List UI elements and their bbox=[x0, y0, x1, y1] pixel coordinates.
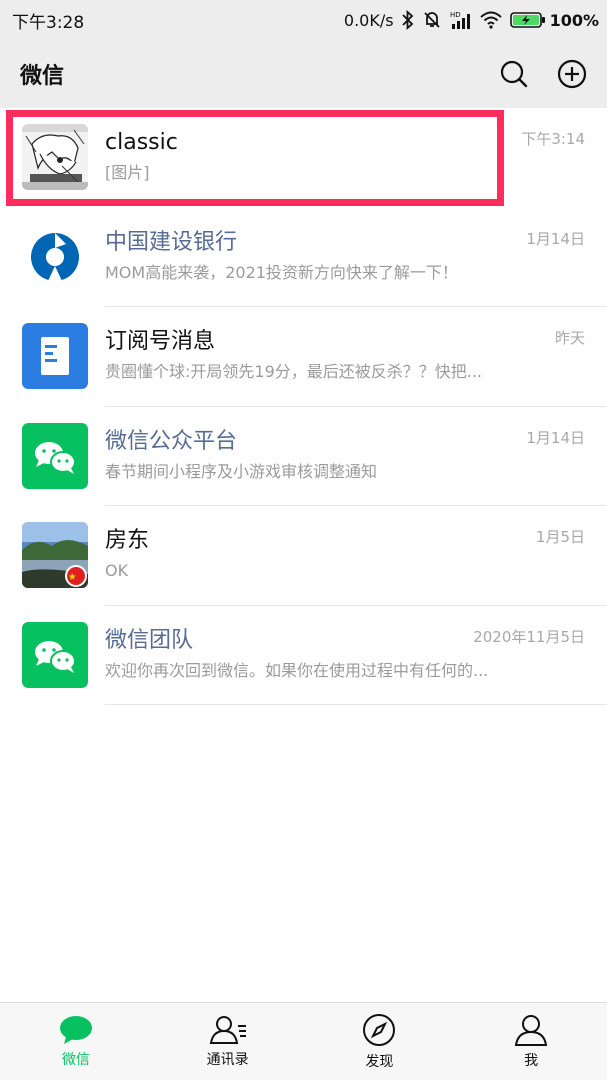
chat-item-ccb[interactable]: 中国建设银行 MOM高能来袭，2021投资新方向快来了解一下！ 1月14日 bbox=[0, 207, 607, 307]
wifi-icon bbox=[479, 11, 502, 29]
chat-name: 房东 bbox=[105, 528, 150, 553]
chat-time: 1月5日 bbox=[535, 528, 585, 546]
chat-item-landlord[interactable]: 房东 OK 1月5日 bbox=[0, 506, 607, 606]
chat-texts: 订阅号消息 贵圈懂个球:开局领先19分，最后还被反杀？？快把... bbox=[105, 327, 587, 385]
ccb-logo-icon bbox=[22, 223, 88, 290]
chat-item-classic[interactable]: classic [图片] 下午3:14 bbox=[0, 108, 607, 208]
network-speed: 0.0K/s bbox=[343, 10, 394, 30]
chat-time: 下午3:14 bbox=[521, 130, 585, 148]
status-icons: 0.0K/s HD 100% bbox=[344, 10, 599, 30]
battery-icon bbox=[509, 12, 545, 28]
tab-me[interactable]: 我 bbox=[455, 1003, 607, 1080]
chat-item-wechat-team[interactable]: 微信团队 欢迎你再次回到微信。如果你在使用过程中有任何的... 2020年11月… bbox=[0, 605, 607, 705]
svg-text:HD: HD bbox=[450, 11, 461, 19]
page-title: 微信 bbox=[20, 64, 65, 89]
subscription-icon bbox=[22, 323, 88, 389]
status-time: 下午3:28 bbox=[12, 12, 85, 33]
chat-texts: 中国建设银行 MOM高能来袭，2021投资新方向快来了解一下！ bbox=[105, 228, 587, 286]
battery-percent: 100% bbox=[549, 10, 599, 30]
landscape-avatar-icon bbox=[22, 522, 88, 588]
contacts-icon bbox=[209, 1015, 246, 1044]
battery-indicator: 100% bbox=[509, 10, 599, 30]
chat-list: classic [图片] 下午3:14 中国建设银行 MOM高能来袭，2021投… bbox=[0, 108, 607, 705]
chat-preview: 贵圈懂个球:开局领先19分，最后还被反杀？？快把... bbox=[105, 362, 483, 381]
bottom-tab-bar: 微信 通讯录 发现 我 bbox=[0, 1002, 607, 1080]
chat-bubble-icon bbox=[59, 1015, 92, 1044]
person-icon bbox=[514, 1014, 548, 1046]
wechat-logo-icon bbox=[22, 621, 88, 688]
divider bbox=[105, 704, 607, 705]
signal-icon: HD bbox=[450, 10, 472, 30]
chat-name: 中国建设银行 bbox=[105, 229, 238, 255]
chat-preview: 春节期间小程序及小游戏审核调整通知 bbox=[105, 461, 378, 481]
chat-item-wechat-platform[interactable]: 微信公众平台 春节期间小程序及小游戏审核调整通知 1月14日 bbox=[0, 406, 607, 506]
chat-preview: MOM高能来袭，2021投资新方向快来了解一下！ bbox=[105, 262, 458, 282]
tab-discover[interactable]: 发现 bbox=[304, 1003, 456, 1080]
chat-item-subscriptions[interactable]: 订阅号消息 贵圈懂个球:开局领先19分，最后还被反杀？？快把... 昨天 bbox=[0, 307, 607, 407]
tab-label: 发现 bbox=[365, 1053, 394, 1070]
wechat-logo-icon bbox=[22, 422, 88, 489]
manga-avatar-icon bbox=[22, 124, 88, 190]
header-actions bbox=[499, 59, 587, 89]
chat-preview: OK bbox=[105, 561, 129, 580]
chat-texts: 房东 OK bbox=[105, 526, 587, 584]
chat-name: 微信公众平台 bbox=[105, 428, 238, 454]
status-bar: 下午3:28 0.0K/s HD 100% bbox=[0, 0, 607, 40]
chat-texts: classic [图片] bbox=[105, 128, 587, 186]
compass-icon bbox=[363, 1013, 396, 1046]
mute-icon bbox=[422, 10, 442, 30]
chat-preview: [图片] bbox=[105, 163, 150, 182]
chat-time: 2020年11月5日 bbox=[473, 627, 585, 646]
tab-label: 微信 bbox=[61, 1051, 90, 1068]
chat-name: classic bbox=[105, 130, 178, 155]
search-icon[interactable] bbox=[499, 59, 529, 89]
bluetooth-icon bbox=[401, 10, 414, 30]
chat-texts: 微信公众平台 春节期间小程序及小游戏审核调整通知 bbox=[105, 427, 587, 485]
chat-name: 订阅号消息 bbox=[105, 329, 216, 354]
tab-label: 通讯录 bbox=[206, 1051, 249, 1068]
tab-chats[interactable]: 微信 bbox=[0, 1003, 152, 1080]
tab-contacts[interactable]: 通讯录 bbox=[152, 1003, 304, 1080]
add-icon[interactable] bbox=[557, 59, 587, 89]
header: 微信 bbox=[0, 40, 607, 108]
chat-time: 1月14日 bbox=[526, 428, 585, 447]
chat-time: 昨天 bbox=[554, 329, 585, 347]
chat-preview: 欢迎你再次回到微信。如果你在使用过程中有任何的... bbox=[105, 660, 489, 680]
tab-label: 我 bbox=[524, 1052, 539, 1069]
chat-time: 1月14日 bbox=[526, 229, 585, 248]
